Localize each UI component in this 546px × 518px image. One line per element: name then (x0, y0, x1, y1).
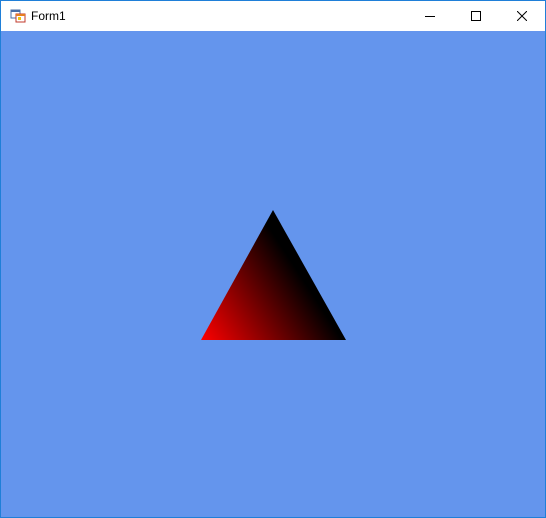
form-client-area[interactable] (1, 31, 545, 517)
app-window: Form1 (0, 0, 546, 518)
window-title: Form1 (31, 9, 66, 23)
close-icon (517, 11, 527, 21)
maximize-icon (471, 11, 481, 21)
minimize-button[interactable] (407, 1, 453, 31)
winforms-app-icon (10, 8, 26, 24)
maximize-button[interactable] (453, 1, 499, 31)
close-button[interactable] (499, 1, 545, 31)
minimize-icon (425, 11, 435, 21)
render-viewport (1, 31, 545, 517)
title-bar[interactable]: Form1 (1, 1, 545, 31)
